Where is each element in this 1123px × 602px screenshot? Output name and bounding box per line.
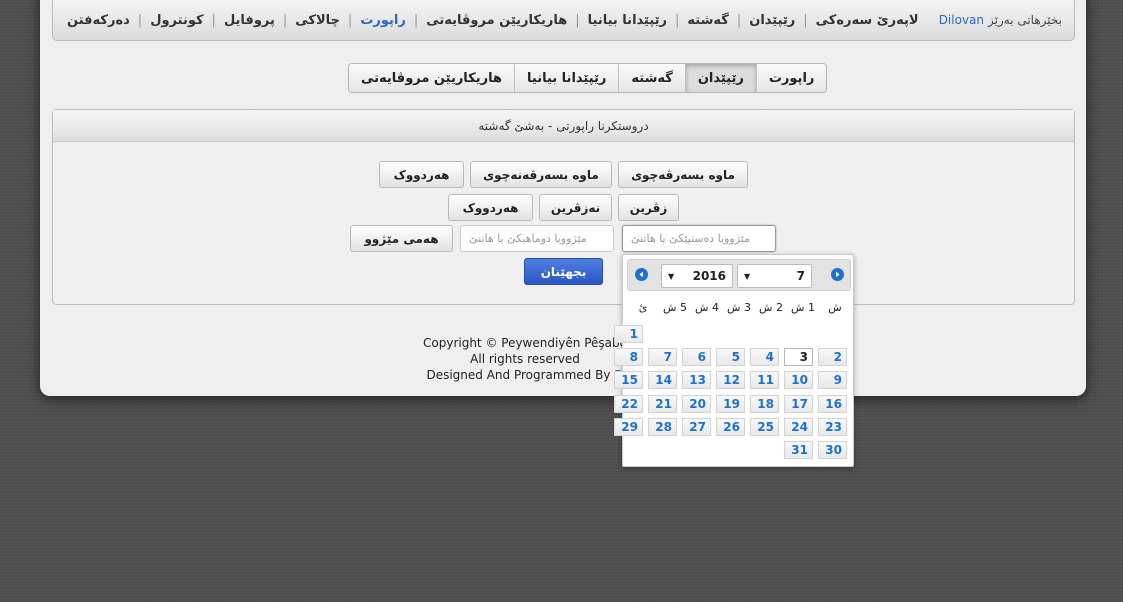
datepicker-header: ▼ 2016 ▼ 7 — [627, 259, 851, 291]
next-month-icon[interactable] — [831, 268, 844, 281]
welcome-prefix: بخێرهاتی بەرێز — [988, 13, 1062, 27]
nav-item-control[interactable]: کونترول — [148, 13, 205, 28]
nav-item-activity[interactable]: چالاکی — [293, 13, 342, 28]
both-return-button[interactable]: هەردووک — [448, 194, 533, 221]
calendar-day[interactable]: 8 — [614, 348, 643, 367]
calendar-day[interactable]: 13 — [682, 371, 711, 390]
nav-item-trip[interactable]: گەشتە — [685, 13, 730, 28]
calendar-day[interactable]: 2 — [818, 348, 847, 367]
nav-item-home[interactable]: لاپەرێ سەرەکی — [814, 13, 921, 28]
returned-button[interactable]: زڤرین — [618, 194, 679, 221]
tab-report[interactable]: راپورت — [755, 64, 827, 92]
calendar-day[interactable]: 18 — [750, 394, 779, 413]
calendar-day[interactable]: 21 — [648, 394, 677, 413]
nav-menu: دەرکەفتن | کونترول | پروفایل | چالاکی | راپو… — [65, 12, 921, 28]
nav-item-humanitarian[interactable]: هاریکاریێن مروڤایەتی — [424, 13, 569, 28]
calendar-day[interactable]: 10 — [784, 371, 813, 390]
calendar-day[interactable]: 3 — [784, 348, 813, 367]
end-date-input[interactable]: مێژوویا دوماهیکێ یا هاتنێ — [460, 225, 614, 252]
prev-month-icon[interactable] — [635, 268, 648, 281]
both-status-button[interactable]: هەردووک — [379, 161, 464, 188]
tab-permit[interactable]: رێپێدان — [684, 64, 756, 92]
weekday-row: ش 1 ش 2 ش 3 ش 4 ش 5 ش ئ — [627, 301, 851, 314]
nav-item-permit[interactable]: رێپێدان — [747, 13, 797, 28]
calendar-day[interactable]: 14 — [648, 371, 677, 390]
calendar-day[interactable]: 5 — [716, 348, 745, 367]
weekday-label: 1 ش — [791, 301, 815, 314]
start-date-input[interactable]: مێژوویا دەستپێکێ یا هاتنێ — [622, 225, 776, 252]
nav-item-report[interactable]: راپورت — [358, 13, 408, 28]
calendar-day[interactable]: 26 — [716, 417, 745, 436]
calendar-day[interactable]: 16 — [818, 394, 847, 413]
welcome-text: Dilovan بخێرهاتی بەرێز — [939, 13, 1062, 27]
nav-item-foreign-permit[interactable]: رێپێدانا بیانیا — [586, 13, 669, 28]
in-process-button[interactable]: ماوە بسەرڤەچوی — [618, 161, 748, 188]
calendar-day[interactable]: 31 — [784, 441, 813, 459]
weekday-label: 5 ش — [663, 301, 687, 314]
calendar-day[interactable]: 1 — [614, 325, 643, 343]
calendar-day[interactable]: 24 — [784, 417, 813, 436]
tab-foreign-permit[interactable]: رێپێدانا بیانیا — [514, 64, 619, 92]
calendar-day[interactable]: 17 — [784, 394, 813, 413]
calendar-day[interactable]: 15 — [614, 371, 643, 390]
nav-item-profile[interactable]: پروفایل — [222, 13, 277, 28]
not-in-process-button[interactable]: ماوە بسەرڤەنەچوی — [470, 161, 612, 188]
calendar-day[interactable]: 11 — [750, 371, 779, 390]
calendar-day[interactable]: 27 — [682, 417, 711, 436]
calendar-day[interactable]: 28 — [648, 417, 677, 436]
calendar-day[interactable]: 30 — [818, 441, 847, 459]
calendar-day[interactable]: 20 — [682, 394, 711, 413]
calendar-day[interactable]: 6 — [682, 348, 711, 367]
tab-humanitarian[interactable]: هاریکاریێن مروڤایەتی — [349, 64, 515, 92]
weekday-label: 4 ش — [695, 301, 719, 314]
month-caret-icon: ▼ — [744, 271, 751, 281]
calendar-day[interactable]: 23 — [818, 417, 847, 436]
datepicker-popup: ▼ 2016 ▼ 7 ش 1 ش 2 ش 3 ش 4 ش 5 ش ئ 12345… — [614, 254, 854, 467]
year-select[interactable]: ▼ 2016 — [661, 264, 733, 288]
section-tabs: هاریکاریێن مروڤایەتی رێپێدانا بیانیا گەش… — [348, 63, 828, 93]
welcome-user[interactable]: Dilovan — [939, 13, 984, 27]
calendar-day[interactable]: 9 — [818, 371, 847, 390]
year-value: 2016 — [692, 269, 726, 283]
month-value: 7 — [796, 269, 805, 283]
weekday-label: 2 ش — [759, 301, 783, 314]
calendar-day[interactable]: 22 — [614, 394, 643, 413]
weekday-label: 3 ش — [727, 301, 751, 314]
month-select[interactable]: ▼ 7 — [737, 264, 812, 288]
nav-item-logout[interactable]: دەرکەفتن — [65, 13, 132, 28]
calendar-day[interactable]: 7 — [648, 348, 677, 367]
tab-trip[interactable]: گەشتە — [618, 64, 685, 92]
submit-button[interactable]: بجهێنان — [524, 258, 603, 285]
all-dates-button[interactable]: هەمی مێژوو — [350, 225, 453, 252]
weekday-label: ش — [828, 301, 842, 314]
calendar-day[interactable]: 25 — [750, 417, 779, 436]
calendar-day[interactable]: 19 — [716, 394, 745, 413]
top-navbar: دەرکەفتن | کونترول | پروفایل | چالاکی | راپو… — [52, 0, 1075, 41]
not-returned-button[interactable]: نەزڤرین — [539, 194, 612, 221]
footer-designed-label: Designed And Programmed By — [426, 368, 611, 382]
year-caret-icon: ▼ — [668, 271, 675, 281]
calendar-day[interactable]: 29 — [614, 417, 643, 436]
report-title: دروستکرنا راپورتی - بەشێ گەشتە — [53, 110, 1074, 142]
calendar-day[interactable]: 4 — [750, 348, 779, 367]
weekday-label: ئ — [638, 301, 648, 314]
calendar-day[interactable]: 12 — [716, 371, 745, 390]
